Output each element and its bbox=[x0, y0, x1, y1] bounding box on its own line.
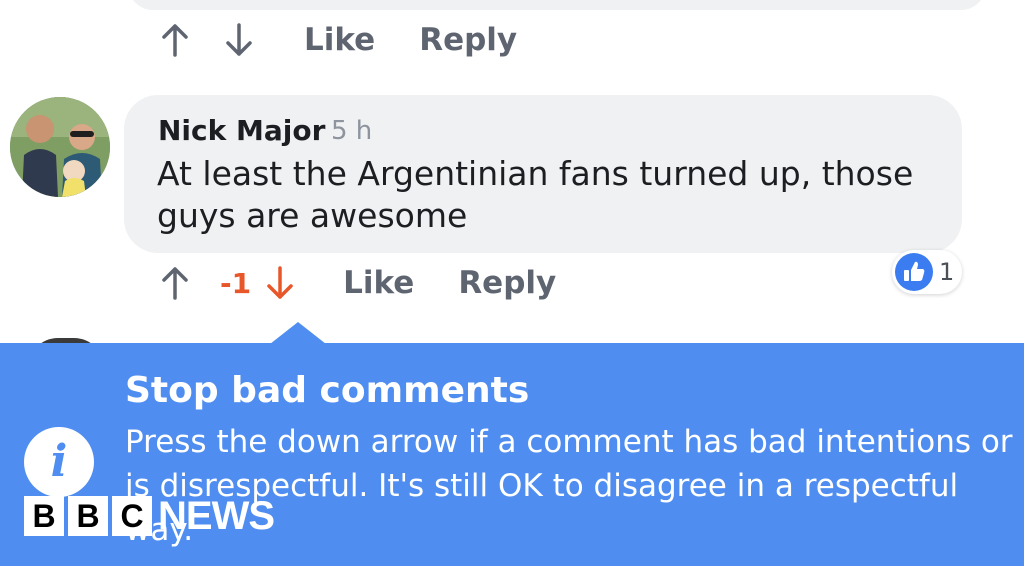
downvote-arrow-icon[interactable] bbox=[265, 265, 295, 301]
avatar[interactable] bbox=[10, 97, 110, 197]
previous-comment-actions: Like Reply bbox=[160, 18, 517, 62]
comment-text: At least the Argentinian fans turned up,… bbox=[157, 154, 914, 235]
upvote-arrow-icon[interactable] bbox=[160, 265, 190, 301]
reaction-count: 1 bbox=[939, 258, 955, 286]
divider bbox=[0, 566, 1024, 576]
tooltip-caret bbox=[270, 322, 326, 344]
bbc-news-watermark: B B C NEWS bbox=[24, 494, 275, 538]
like-button[interactable]: Like bbox=[343, 265, 414, 301]
watermark-news-text: NEWS bbox=[158, 494, 275, 538]
comment-author[interactable]: Nick Major bbox=[158, 114, 325, 147]
watermark-letter: B bbox=[68, 496, 108, 536]
comment-actions: -1 Like Reply bbox=[160, 261, 556, 305]
watermark-letter: C bbox=[112, 496, 152, 536]
info-icon: i bbox=[24, 427, 94, 497]
comment-timestamp[interactable]: 5 h bbox=[331, 116, 372, 146]
like-button[interactable]: Like bbox=[304, 22, 375, 58]
vote-score: -1 bbox=[220, 266, 252, 300]
avatar-photo bbox=[10, 97, 110, 197]
upvote-arrow-icon[interactable] bbox=[160, 22, 190, 58]
tooltip-title: Stop bad comments bbox=[125, 370, 530, 411]
downvote-arrow-icon[interactable] bbox=[224, 22, 254, 58]
thumbs-up-icon bbox=[895, 253, 933, 291]
watermark-letter: B bbox=[24, 496, 64, 536]
previous-comment-bubble bbox=[128, 0, 986, 10]
reaction-badge[interactable]: 1 bbox=[892, 250, 963, 294]
reply-button[interactable]: Reply bbox=[458, 265, 556, 301]
reply-button[interactable]: Reply bbox=[419, 22, 517, 58]
